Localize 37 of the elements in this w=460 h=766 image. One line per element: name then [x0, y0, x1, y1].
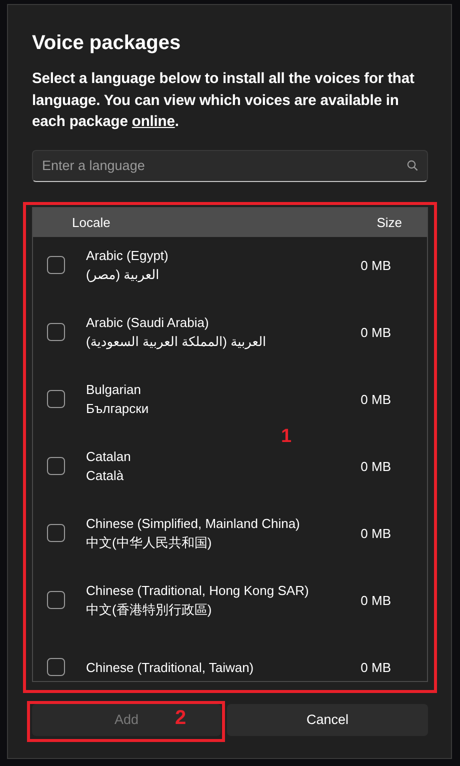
online-link[interactable]: online	[132, 114, 175, 130]
description-text: Select a language below to install all the voices for that language. You can view which voices are available in each package online.	[32, 70, 416, 132]
locale-name: Catalan	[86, 449, 132, 464]
checkbox[interactable]	[47, 524, 65, 542]
locale-native-name: العربية (المملكة العربية السعودية)	[86, 334, 268, 349]
locale-native-name: العربية (مصر)	[86, 267, 160, 282]
size-cell: 0 MB	[360, 324, 391, 340]
locale-native-name: Català	[86, 468, 125, 483]
cancel-button[interactable]: Cancel	[227, 704, 428, 736]
checkbox[interactable]	[47, 256, 65, 274]
locale-name: Chinese (Traditional, Hong Kong SAR)	[86, 583, 310, 598]
locale-native-name: 中文(香港特別行政區)	[86, 602, 213, 617]
locale-name: Arabic (Egypt)	[86, 248, 170, 263]
locale-native-name: 中文(中华人民共和国)	[86, 535, 213, 550]
size-cell: 0 MB	[360, 592, 391, 608]
size-cell: 0 MB	[360, 526, 391, 540]
checkbox[interactable]	[47, 323, 65, 341]
annotation-number: 2	[175, 706, 186, 730]
annotation-number: 1	[281, 426, 292, 448]
locale-name: Bulgarian	[86, 382, 142, 397]
locale-name: Chinese (Traditional, Taiwan)	[86, 660, 255, 674]
checkbox[interactable]	[47, 591, 65, 609]
column-header: Size	[376, 214, 402, 230]
search-icon	[407, 160, 418, 170]
size-cell: 0 MB	[360, 660, 391, 674]
locale-native-name: Български	[86, 401, 150, 416]
size-cell: 0 MB	[360, 392, 391, 406]
checkbox[interactable]	[47, 390, 65, 408]
checkbox[interactable]	[47, 658, 65, 676]
size-cell: 0 MB	[360, 258, 391, 272]
locale-name: Arabic (Saudi Arabia)	[86, 315, 210, 330]
search-field[interactable]: Enter a language	[32, 150, 428, 182]
size-cell: 0 MB	[360, 458, 391, 474]
locale-name: Chinese (Simplified, Mainland China)	[86, 516, 301, 531]
dialog-title: Voice packages	[32, 31, 182, 56]
column-header: Locale	[72, 214, 112, 230]
checkbox[interactable]	[47, 457, 65, 475]
